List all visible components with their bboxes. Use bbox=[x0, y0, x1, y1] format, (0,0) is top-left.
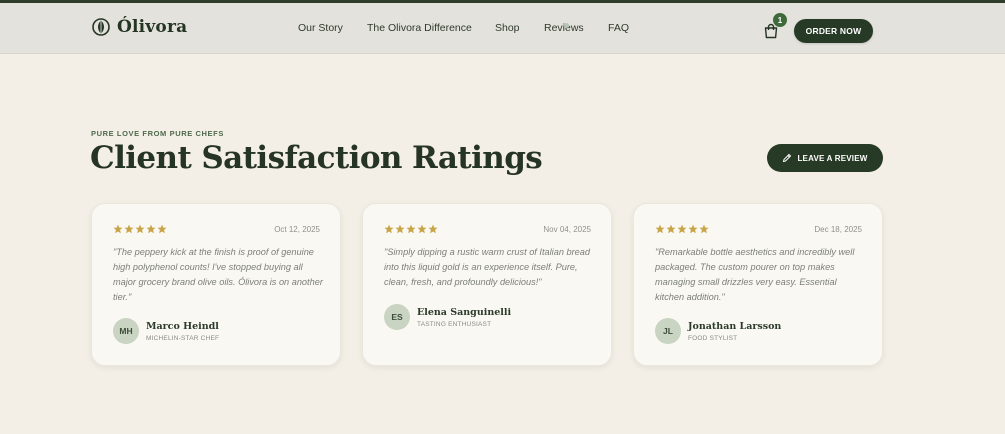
cart-count-badge: 1 bbox=[773, 13, 787, 27]
star-icon bbox=[113, 224, 123, 234]
star-icon bbox=[699, 224, 709, 234]
reviewer-name: Elena Sanguinelli bbox=[417, 307, 512, 318]
star-icon bbox=[135, 224, 145, 234]
review-date: Nov 04, 2025 bbox=[543, 225, 591, 234]
star-rating bbox=[384, 224, 438, 234]
star-icon bbox=[688, 224, 698, 234]
pen-icon bbox=[783, 153, 792, 163]
nav-our-story[interactable]: Our Story bbox=[298, 22, 343, 34]
review-date: Oct 12, 2025 bbox=[274, 225, 320, 234]
star-icon bbox=[395, 224, 405, 234]
reviewer-name: Marco Heindl bbox=[146, 321, 219, 332]
reviewer-name: Jonathan Larsson bbox=[688, 321, 782, 332]
star-icon bbox=[146, 224, 156, 234]
star-icon bbox=[124, 224, 134, 234]
section-title: Client Satisfaction Ratings bbox=[90, 140, 543, 176]
section-eyebrow: PURE LOVE FROM PURE CHEFS bbox=[91, 129, 224, 138]
site-header: Ólivora Our Story The Olivora Difference… bbox=[0, 3, 1005, 54]
reviewer-role: TASTING ENTHUSIAST bbox=[417, 321, 492, 328]
reviewer-role: FOOD STYLIST bbox=[688, 335, 738, 342]
order-now-button[interactable]: ORDER NOW bbox=[794, 19, 873, 43]
avatar: MH bbox=[113, 318, 139, 344]
reviewer-role: MICHELIN-STAR CHEF bbox=[146, 335, 220, 342]
review-quote: "The peppery kick at the finish is proof… bbox=[113, 247, 323, 302]
star-icon bbox=[655, 224, 665, 234]
leave-review-label: LEAVE A REVIEW bbox=[797, 153, 868, 163]
star-icon bbox=[666, 224, 676, 234]
star-icon bbox=[417, 224, 427, 234]
star-icon bbox=[157, 224, 167, 234]
avatar: JL bbox=[655, 318, 681, 344]
star-rating bbox=[655, 224, 709, 234]
star-icon bbox=[428, 224, 438, 234]
star-rating bbox=[113, 224, 167, 234]
avatar: ES bbox=[384, 304, 410, 330]
leave-review-button[interactable]: LEAVE A REVIEW bbox=[767, 144, 883, 172]
star-icon bbox=[406, 224, 416, 234]
nav-faq[interactable]: FAQ bbox=[608, 22, 629, 34]
star-icon bbox=[384, 224, 394, 234]
review-card: Dec 18, 2025 "Remarkable bottle aestheti… bbox=[633, 203, 883, 366]
review-card: Nov 04, 2025 "Simply dipping a rustic wa… bbox=[362, 203, 612, 366]
nav-olivora-difference[interactable]: The Olivora Difference bbox=[367, 22, 472, 34]
review-quote: "Remarkable bottle aesthetics and incred… bbox=[655, 247, 855, 302]
active-nav-indicator bbox=[564, 23, 569, 28]
star-icon bbox=[677, 224, 687, 234]
review-date: Dec 18, 2025 bbox=[814, 225, 862, 234]
review-card: Oct 12, 2025 "The peppery kick at the fi… bbox=[91, 203, 341, 366]
nav-shop[interactable]: Shop bbox=[495, 22, 520, 34]
review-quote: "Simply dipping a rustic warm crust of I… bbox=[384, 247, 590, 287]
